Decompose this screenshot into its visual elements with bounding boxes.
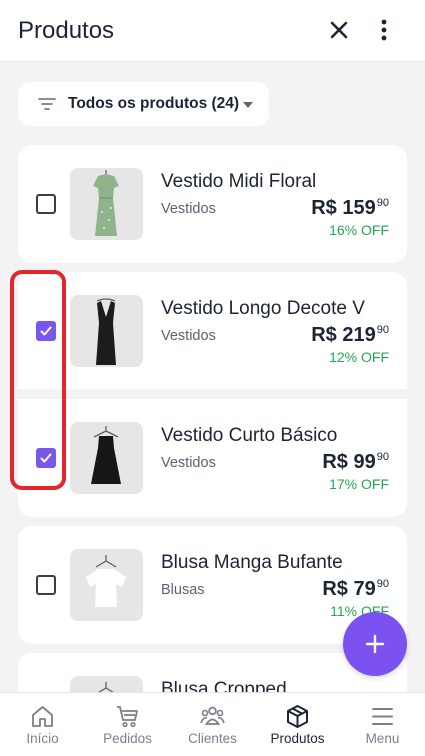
nav-label: Pedidos — [103, 731, 152, 746]
product-discount: 12% OFF — [329, 349, 389, 365]
nav-item-menu[interactable]: Menu — [340, 693, 425, 756]
product-discount: 17% OFF — [329, 476, 389, 492]
product-name: Vestido Longo Decote V — [161, 298, 365, 319]
product-price: R$ 21990 — [311, 324, 389, 346]
nav-label: Clientes — [188, 731, 237, 746]
nav-label: Produtos — [270, 731, 325, 746]
plus-icon — [365, 634, 385, 654]
product-price: R$ 9990 — [322, 451, 389, 473]
product-name: Blusa Manga Bufante — [161, 552, 343, 573]
product-name: Vestido Curto Básico — [161, 425, 338, 446]
nav-item-produtos[interactable]: Produtos — [255, 693, 340, 756]
filter-icon — [38, 98, 56, 110]
bottom-navigation: Início Pedidos Clientes Produtos Menu — [0, 692, 425, 756]
product-image — [70, 295, 143, 367]
nav-item-clientes[interactable]: Clientes — [170, 693, 255, 756]
product-discount: 16% OFF — [329, 222, 389, 238]
nav-label: Menu — [365, 731, 400, 746]
nav-item-inicio[interactable]: Início — [0, 693, 85, 756]
product-image — [70, 422, 143, 494]
product-category: Vestidos — [161, 328, 216, 344]
product-category: Vestidos — [161, 455, 216, 471]
product-name: Vestido Midi Floral — [161, 171, 317, 192]
product-card[interactable]: Vestido Longo Decote V Vestidos R$ 21990… — [18, 272, 407, 389]
nav-label: Início — [26, 731, 59, 746]
users-icon — [200, 706, 225, 725]
product-checkbox[interactable] — [36, 194, 56, 214]
selection-highlight — [10, 270, 66, 490]
product-price: R$ 7990 — [322, 578, 389, 600]
product-card[interactable]: Vestido Curto Básico Vestidos R$ 9990 17… — [18, 399, 407, 517]
menu-icon — [372, 708, 393, 725]
product-filter-dropdown[interactable]: Todos os produtos (24) — [18, 82, 269, 126]
close-icon[interactable] — [326, 17, 352, 43]
product-price: R$ 15990 — [311, 197, 389, 219]
caret-down-icon — [243, 102, 253, 108]
more-vertical-icon[interactable] — [374, 17, 394, 43]
nav-item-pedidos[interactable]: Pedidos — [85, 693, 170, 756]
product-checkbox[interactable] — [36, 575, 56, 595]
filter-label: Todos os produtos (24) — [68, 95, 240, 112]
cart-icon — [117, 706, 138, 728]
product-category: Vestidos — [161, 201, 216, 217]
page-title: Produtos — [18, 17, 115, 44]
product-image — [70, 168, 143, 240]
product-image — [70, 549, 143, 621]
add-product-button[interactable] — [343, 612, 407, 676]
box-icon — [287, 705, 308, 728]
product-card[interactable]: Vestido Midi Floral Vestidos R$ 15990 16… — [18, 145, 407, 263]
home-icon — [32, 706, 53, 727]
app-header: Produtos — [0, 0, 425, 62]
product-category: Blusas — [161, 582, 205, 598]
